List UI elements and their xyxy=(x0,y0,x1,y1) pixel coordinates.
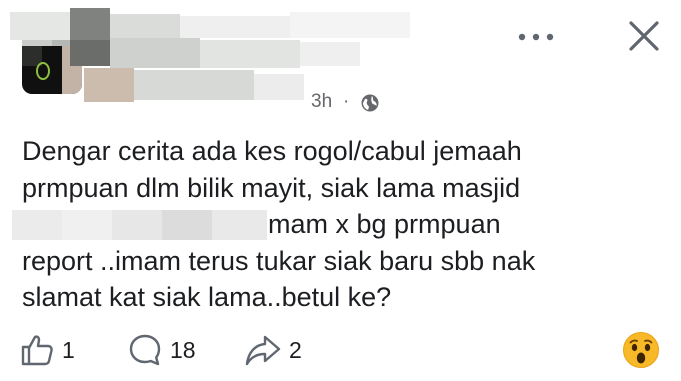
post-text-line: prmpuan dlm bilik mayit, siak lama masji… xyxy=(22,172,521,203)
post-text-line: imam x bg prmpuan xyxy=(262,209,501,239)
share-count: 2 xyxy=(289,336,302,363)
share-button[interactable]: 2 xyxy=(245,332,302,368)
comment-button[interactable]: 18 xyxy=(128,332,196,368)
globe-icon xyxy=(361,94,379,112)
redacted-text xyxy=(12,210,267,240)
like-count: 1 xyxy=(62,336,75,363)
comment-icon xyxy=(129,334,161,366)
post-text-line: report ..imam terus tukar siak baru sbb … xyxy=(22,245,536,276)
more-options-icon[interactable] xyxy=(514,26,558,48)
wow-emoji-icon[interactable] xyxy=(622,331,660,369)
comment-count: 18 xyxy=(170,336,196,363)
facebook-post: 3h · Dengar cerita ada kes rogol/cabul j… xyxy=(0,0,681,381)
post-text-line-partial: imam x bg prmpuan xyxy=(12,206,642,243)
close-icon[interactable] xyxy=(624,16,664,56)
post-text-line: Dengar cerita ada kes rogol/cabul jemaah xyxy=(22,136,522,166)
like-button[interactable]: 1 xyxy=(20,332,75,368)
post-text-line: slamat kat siak lama..betul ke? xyxy=(22,282,392,312)
timestamp-separator: · xyxy=(343,91,350,112)
share-icon xyxy=(245,335,281,366)
thumbs-up-icon xyxy=(21,335,53,366)
post-text: Dengar cerita ada kes rogol/cabul jemaah… xyxy=(12,133,642,316)
post-timestamp[interactable]: 3h xyxy=(311,91,332,113)
author-name-redacted xyxy=(0,0,450,110)
